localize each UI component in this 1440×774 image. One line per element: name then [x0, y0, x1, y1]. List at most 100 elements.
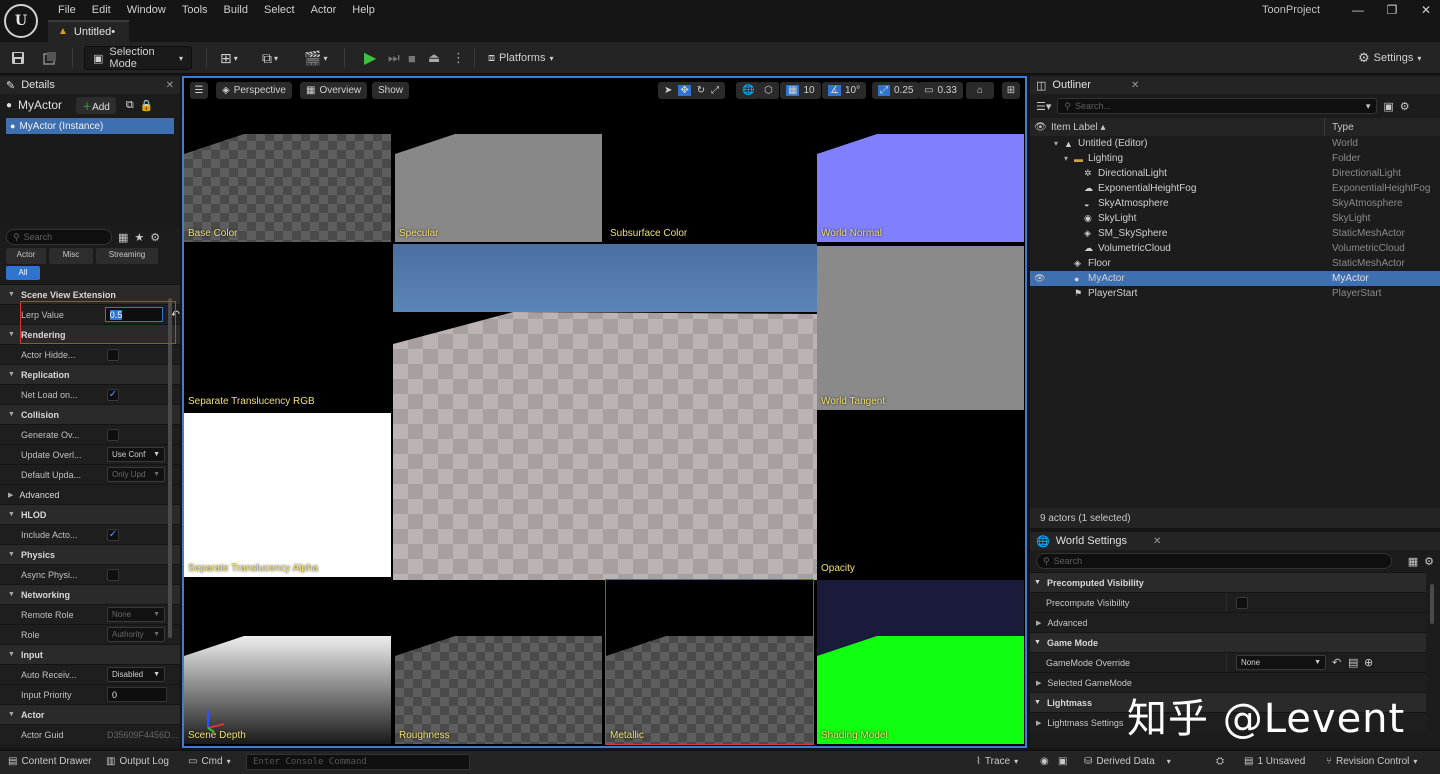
outliner-row[interactable]: 👁 ● MyActor MyActor [1030, 271, 1440, 286]
revision-control-button[interactable]: ⑂ Revision Control ▾ [1326, 756, 1417, 767]
menu-file[interactable]: File [50, 2, 84, 18]
browse-icon[interactable]: ▤ [1348, 656, 1358, 669]
chevron-down-icon[interactable]: ▾ [1064, 154, 1068, 163]
menu-select[interactable]: Select [256, 2, 303, 18]
selection-mode-dropdown[interactable]: ▣ Selection Mode ▾ [84, 46, 192, 70]
add-component-button[interactable]: ＋Add [76, 96, 116, 114]
gear-icon[interactable]: ⚙ [1400, 100, 1410, 113]
property-input[interactable]: 0 [107, 687, 167, 702]
buffer-tile[interactable]: Base Color [184, 78, 391, 242]
outliner-row[interactable]: ▾ ▲ Untitled (Editor) World [1030, 136, 1440, 151]
details-section-header[interactable]: ▼ HLOD [0, 504, 180, 524]
add-folder-icon[interactable]: ▣ [1383, 100, 1393, 113]
item-label-column[interactable]: Item Label ▴ [1051, 122, 1106, 133]
scale-icon[interactable]: ⤢ [711, 85, 719, 96]
details-scrollbar[interactable] [168, 298, 172, 638]
close-icon[interactable]: ✕ [1153, 536, 1161, 547]
menu-actor[interactable]: Actor [303, 2, 345, 18]
layout-icon[interactable]: ⊞ [1002, 82, 1020, 99]
property-dropdown[interactable]: None ▼ [107, 607, 165, 622]
derived-data-button[interactable]: ⛁ Derived Data ▾ [1084, 756, 1171, 767]
gamemode-override-dropdown[interactable]: None ▼ [1236, 655, 1326, 670]
eject-icon[interactable]: ⏏ [428, 46, 440, 70]
scale-snap-button[interactable]: ⤢ 0.25 [872, 82, 920, 99]
buffer-tile[interactable]: Subsurface Color [606, 78, 813, 242]
level-tab[interactable]: ▲ Untitled• [48, 20, 130, 42]
source-control-icon[interactable]: ⛭ [1216, 756, 1224, 767]
lock-icon[interactable]: 🔒 [140, 99, 154, 112]
select-icon[interactable]: ➤ [664, 85, 672, 96]
details-section-header[interactable]: ▼ Replication [0, 364, 180, 384]
show-button[interactable]: Show [372, 82, 410, 99]
perspective-button[interactable]: ◈ Perspective [216, 82, 292, 99]
world-settings-scrollbar[interactable] [1430, 584, 1434, 624]
type-column[interactable]: Type [1332, 122, 1354, 133]
content-drawer-button[interactable]: ▤ Content Drawer [8, 756, 91, 767]
menu-edit[interactable]: Edit [84, 2, 119, 18]
star-icon[interactable]: ★ [134, 231, 144, 244]
platforms-button[interactable]: ⧈ Platforms ▾ [488, 46, 553, 70]
browse-icon[interactable] [42, 46, 58, 70]
menu-tools[interactable]: Tools [174, 2, 216, 18]
add-icon[interactable]: ⊕ [1364, 656, 1373, 669]
outliner-row[interactable]: ✲ DirectionalLight DirectionalLight [1030, 166, 1440, 181]
property-checkbox[interactable]: ✓ [107, 528, 119, 541]
details-section-header[interactable]: ▶ Advanced [0, 484, 180, 504]
outliner-row[interactable]: ⚑ PlayerStart PlayerStart [1030, 286, 1440, 301]
menu-help[interactable]: Help [344, 2, 383, 18]
chevron-down-icon[interactable]: ▾ [1054, 139, 1058, 148]
advance-frame-icon[interactable]: ⏭ [388, 46, 400, 70]
menu-build[interactable]: Build [216, 2, 256, 18]
blueprint-icon[interactable]: ⧉ [126, 99, 134, 112]
close-icon[interactable]: ✕ [1131, 80, 1139, 91]
cinematics-icon[interactable]: 🎬 ▾ [304, 46, 327, 70]
details-section-header[interactable]: ▼ Physics [0, 544, 180, 564]
filter-tab-all[interactable]: All [6, 266, 40, 280]
buffer-tile[interactable]: Specular [395, 78, 602, 242]
visibility-icon[interactable]: 👁 [1034, 273, 1045, 284]
trace-dropdown[interactable]: ⌇ Trace ▾ [976, 756, 1018, 767]
maximize-button[interactable]: ❐ [1378, 2, 1406, 18]
outliner-search-input[interactable]: ⚲ Search... ▾ [1057, 98, 1378, 114]
visibility-icon[interactable]: 👁 [1034, 122, 1047, 133]
property-dropdown[interactable]: Use Conf ▼ [107, 447, 165, 462]
world-settings-section-header[interactable]: ▼ Precomputed Visibility [1030, 572, 1426, 592]
console-input[interactable]: Enter Console Command [246, 754, 470, 770]
filter-tab-misc[interactable]: Misc [49, 248, 93, 264]
gear-icon[interactable]: ⚙ [1424, 555, 1434, 568]
buffer-tile[interactable]: Metallic [605, 579, 814, 745]
rotation-snap-button[interactable]: ∡ 10° [822, 82, 867, 99]
translate-icon[interactable]: ✥ [678, 85, 691, 96]
filter-tab-actor[interactable]: Actor [6, 248, 46, 264]
world-settings-tab[interactable]: 🌐 World Settings ✕ [1030, 532, 1440, 550]
gear-icon[interactable]: ⚙ [150, 231, 160, 244]
world-settings-search-input[interactable]: ⚲ Search [1036, 553, 1392, 569]
property-checkbox[interactable] [107, 428, 119, 441]
outliner-row[interactable]: ◈ SM_SkySphere StaticMeshActor [1030, 226, 1440, 241]
outliner-row[interactable]: ◈ Floor StaticMeshActor [1030, 256, 1440, 271]
minimize-button[interactable]: — [1344, 2, 1372, 18]
precompute-visibility-checkbox[interactable] [1236, 596, 1248, 609]
buffer-tile[interactable]: Separate Translucency RGB [184, 246, 391, 410]
viewport-menu-icon[interactable]: ☰ [190, 82, 208, 99]
level-viewport[interactable]: Base Color Specular Subsurface Color World … [182, 76, 1027, 748]
buffer-tile[interactable]: Opacity [817, 413, 1024, 577]
details-section-header[interactable]: ▼ Networking [0, 584, 180, 604]
outliner-tab[interactable]: ◫ Outliner ✕ [1030, 76, 1440, 94]
buffer-tile[interactable]: World Tangent [817, 246, 1024, 410]
outliner-row[interactable]: ☁ VolumetricCloud VolumetricCloud [1030, 241, 1440, 256]
details-search-input[interactable]: ⚲ Search [6, 229, 112, 245]
property-dropdown[interactable]: Disabled ▼ [107, 667, 165, 682]
add-content-icon[interactable]: ⊞ ▾ [220, 46, 238, 70]
buffer-tile[interactable]: Separate Translucency Alpha [184, 413, 391, 577]
world-settings-subsection[interactable]: ▶ Advanced [1030, 612, 1426, 632]
blueprint-icon[interactable]: ⧉ ▾ [262, 46, 278, 70]
table-view-icon[interactable]: ▦ [118, 231, 128, 244]
property-dropdown[interactable]: Authority ▼ [107, 627, 165, 642]
filter-tab-streaming[interactable]: Streaming [96, 248, 158, 264]
stop-icon[interactable]: ■ [408, 46, 416, 70]
use-selected-icon[interactable]: ↶ [1332, 656, 1341, 669]
surface-snap-icon[interactable]: ⬡ [758, 82, 779, 99]
property-checkbox[interactable] [107, 568, 119, 581]
buffer-tile[interactable]: Shading Model [817, 580, 1024, 744]
